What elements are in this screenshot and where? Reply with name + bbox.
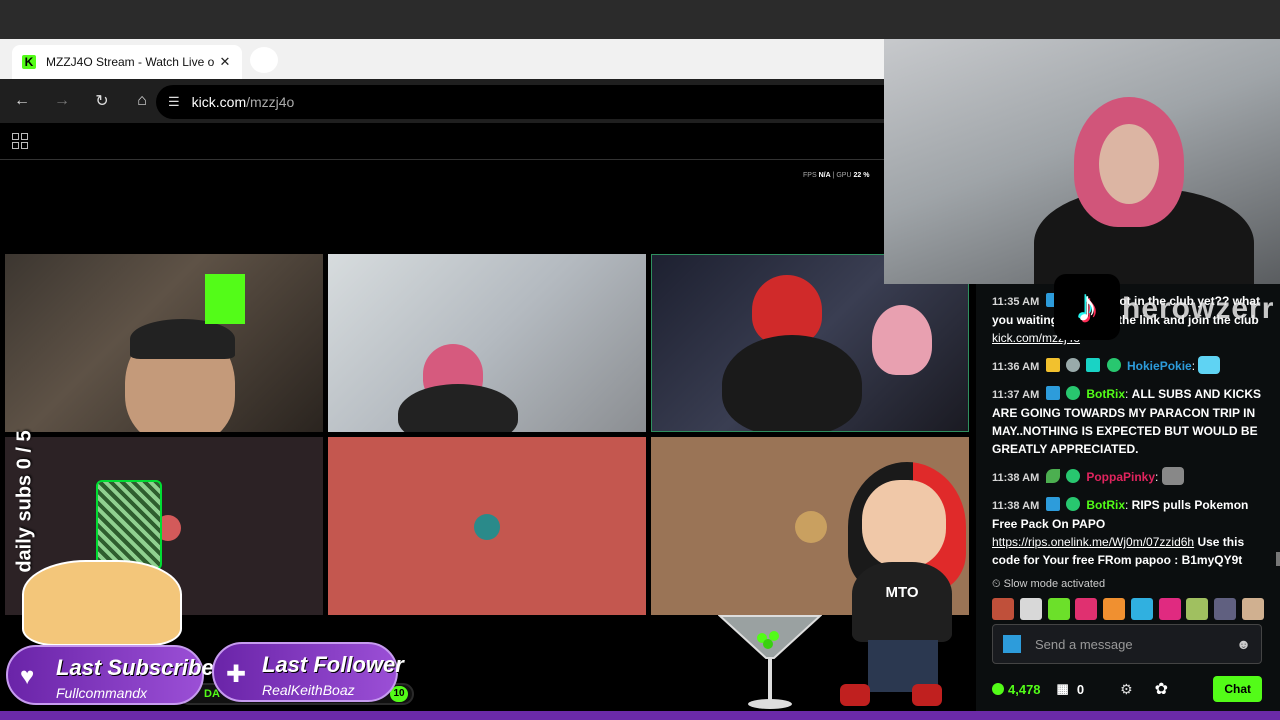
chat-username[interactable]: BotRix: [1086, 498, 1125, 512]
add-user-icon: ✚: [226, 661, 247, 688]
chat-scrollbar[interactable]: [1276, 552, 1280, 566]
sub-badge-icon: [1086, 358, 1101, 372]
url-path: /mzzj4o: [246, 94, 295, 110]
chat-input-placeholder: Send a message: [1035, 636, 1133, 652]
participant-camera-2: [328, 254, 646, 432]
mascot-face: [862, 480, 946, 568]
tiktok-logo-icon: ♪: [1054, 274, 1120, 340]
chat-send-button[interactable]: Chat: [1213, 676, 1262, 702]
diamond-emote-icon: [1198, 356, 1221, 374]
emote-icon[interactable]: [1103, 598, 1126, 620]
crown-badge-icon: [1045, 358, 1060, 372]
daily-subs-goal: daily subs 0 / 5: [13, 430, 36, 573]
site-settings-icon[interactable]: ☰: [168, 94, 180, 110]
emote-icon[interactable]: [992, 598, 1014, 620]
chat-panel: 11:35 AM are you not in the club yet?? w…: [976, 284, 1280, 720]
cat-emote-icon: [1161, 467, 1184, 485]
store-balance[interactable]: ▦ 0: [1057, 681, 1085, 697]
chat-message: 11:37 AM BotRix: ALL SUBS AND KICKS ARE …: [992, 386, 1262, 456]
emote-icon[interactable]: [1047, 598, 1070, 620]
performance-stats: FPS N/A | GPU 22 %: [803, 172, 870, 179]
back-icon[interactable]: ←: [4, 83, 40, 119]
participant-body: [722, 335, 862, 431]
gift-icon[interactable]: ✿: [1155, 679, 1168, 699]
chat-username[interactable]: BotRix: [1086, 387, 1125, 401]
emote-icon[interactable]: [1019, 598, 1042, 620]
bot-icon: [1003, 635, 1021, 653]
kick-logo-poster-icon: [205, 274, 245, 324]
mascot-hoodie: MTO: [852, 562, 952, 642]
martini-glass-icon: [718, 615, 822, 709]
chat-link[interactable]: https://rips.onelink.me/Wj0m/07zzid6h: [992, 535, 1194, 549]
chat-message: 11:38 AM PoppaPinky:: [992, 467, 1264, 487]
last-follower-alert: ✚ Last Follower RealKeithBoaz: [212, 642, 404, 702]
mascot-character: MTO: [840, 458, 972, 710]
plush-toy: [872, 305, 932, 375]
verified-badge-icon: [1065, 469, 1080, 483]
cartoon-character-graphic: [22, 560, 182, 646]
kicks-icon: [992, 683, 1004, 695]
reload-icon[interactable]: ↻: [84, 83, 120, 119]
emoji-icon[interactable]: ☻: [1236, 636, 1251, 652]
emote-icon[interactable]: [1186, 598, 1209, 620]
mascot-shoe: [840, 684, 870, 706]
participant-avatar: [795, 511, 827, 543]
tab-title: MZZJ4O Stream - Watch Live o: [46, 55, 215, 69]
tab-close-icon[interactable]: ✕: [218, 54, 232, 70]
os-top-bar: [0, 0, 1280, 39]
bot-badge-icon: [1045, 386, 1060, 400]
emote-bar: [992, 598, 1264, 620]
chat-message: 11:36 AM HokiePokie:: [992, 356, 1264, 376]
participant-camera-1: [5, 254, 323, 432]
verified-badge-icon: [1106, 358, 1121, 372]
grinder-graphic: [96, 480, 162, 570]
screen: K MZZJ4O Stream - Watch Live o ✕ ← → ↻ ⌂…: [0, 0, 1280, 720]
kick-favicon-icon: K: [22, 55, 36, 69]
streamer-face: [1099, 124, 1159, 204]
store-icon: ▦: [1056, 681, 1069, 696]
tiktok-username: herowzerr: [1122, 292, 1275, 325]
apps-grid-icon[interactable]: [12, 133, 28, 149]
verified-badge-icon: [1065, 386, 1080, 400]
participant-cap: [130, 319, 235, 359]
chat-username[interactable]: PoppaPinky: [1086, 470, 1155, 484]
chat-footer: 4,478 ▦ 0 ⚙ ✿ Chat: [992, 674, 1262, 704]
bot-badge-icon: [1045, 497, 1060, 511]
heart-icon: ♥: [20, 663, 35, 690]
chat-input[interactable]: Send a message ☻: [992, 624, 1262, 664]
emote-icon[interactable]: [1075, 598, 1098, 620]
emote-icon[interactable]: [1214, 598, 1237, 620]
chat-message: 11:38 AM BotRix: RIPS pulls Pokemon Free…: [992, 497, 1249, 567]
taskbar-strip: [0, 711, 1280, 720]
forward-icon[interactable]: →: [44, 83, 80, 119]
hat-badge-icon: [1065, 358, 1080, 372]
browser-tab[interactable]: K MZZJ4O Stream - Watch Live o ✕: [12, 45, 242, 79]
snail-icon: ⏲: [992, 578, 1001, 590]
participant-avatar: [474, 514, 500, 540]
chat-messages: 11:35 AM are you not in the club yet?? w…: [992, 292, 1264, 578]
participant-camera-5: [328, 437, 646, 615]
slow-mode-notice: ⏲ Slow mode activated: [992, 578, 1106, 590]
browser-tab-strip: K MZZJ4O Stream - Watch Live o ✕: [0, 39, 884, 79]
url-host: kick.com: [191, 94, 247, 110]
streamer-webcam: [884, 39, 1280, 284]
leaf-badge-icon: [1045, 469, 1060, 483]
participant-body: [398, 384, 518, 432]
chat-username[interactable]: HokiePokie: [1127, 359, 1192, 373]
home-icon[interactable]: ⌂: [124, 83, 160, 119]
verified-badge-icon: [1065, 497, 1080, 511]
emote-icon[interactable]: [1130, 598, 1153, 620]
last-subscriber-alert: ♥ Last Subscriber Fullcommandx: [6, 645, 222, 705]
browser-nav-bar: ← → ↻ ⌂ ☰ kick.com/mzzj4o: [0, 79, 884, 123]
address-bar[interactable]: ☰ kick.com/mzzj4o: [156, 85, 884, 119]
emote-icon[interactable]: [1158, 598, 1181, 620]
new-tab-button[interactable]: [250, 47, 278, 73]
chat-settings-icon[interactable]: ⚙: [1120, 681, 1133, 698]
emote-icon[interactable]: [1241, 598, 1264, 620]
kick-header: [0, 123, 884, 160]
mascot-shoe: [912, 684, 942, 706]
kicks-balance[interactable]: 4,478: [992, 682, 1041, 697]
